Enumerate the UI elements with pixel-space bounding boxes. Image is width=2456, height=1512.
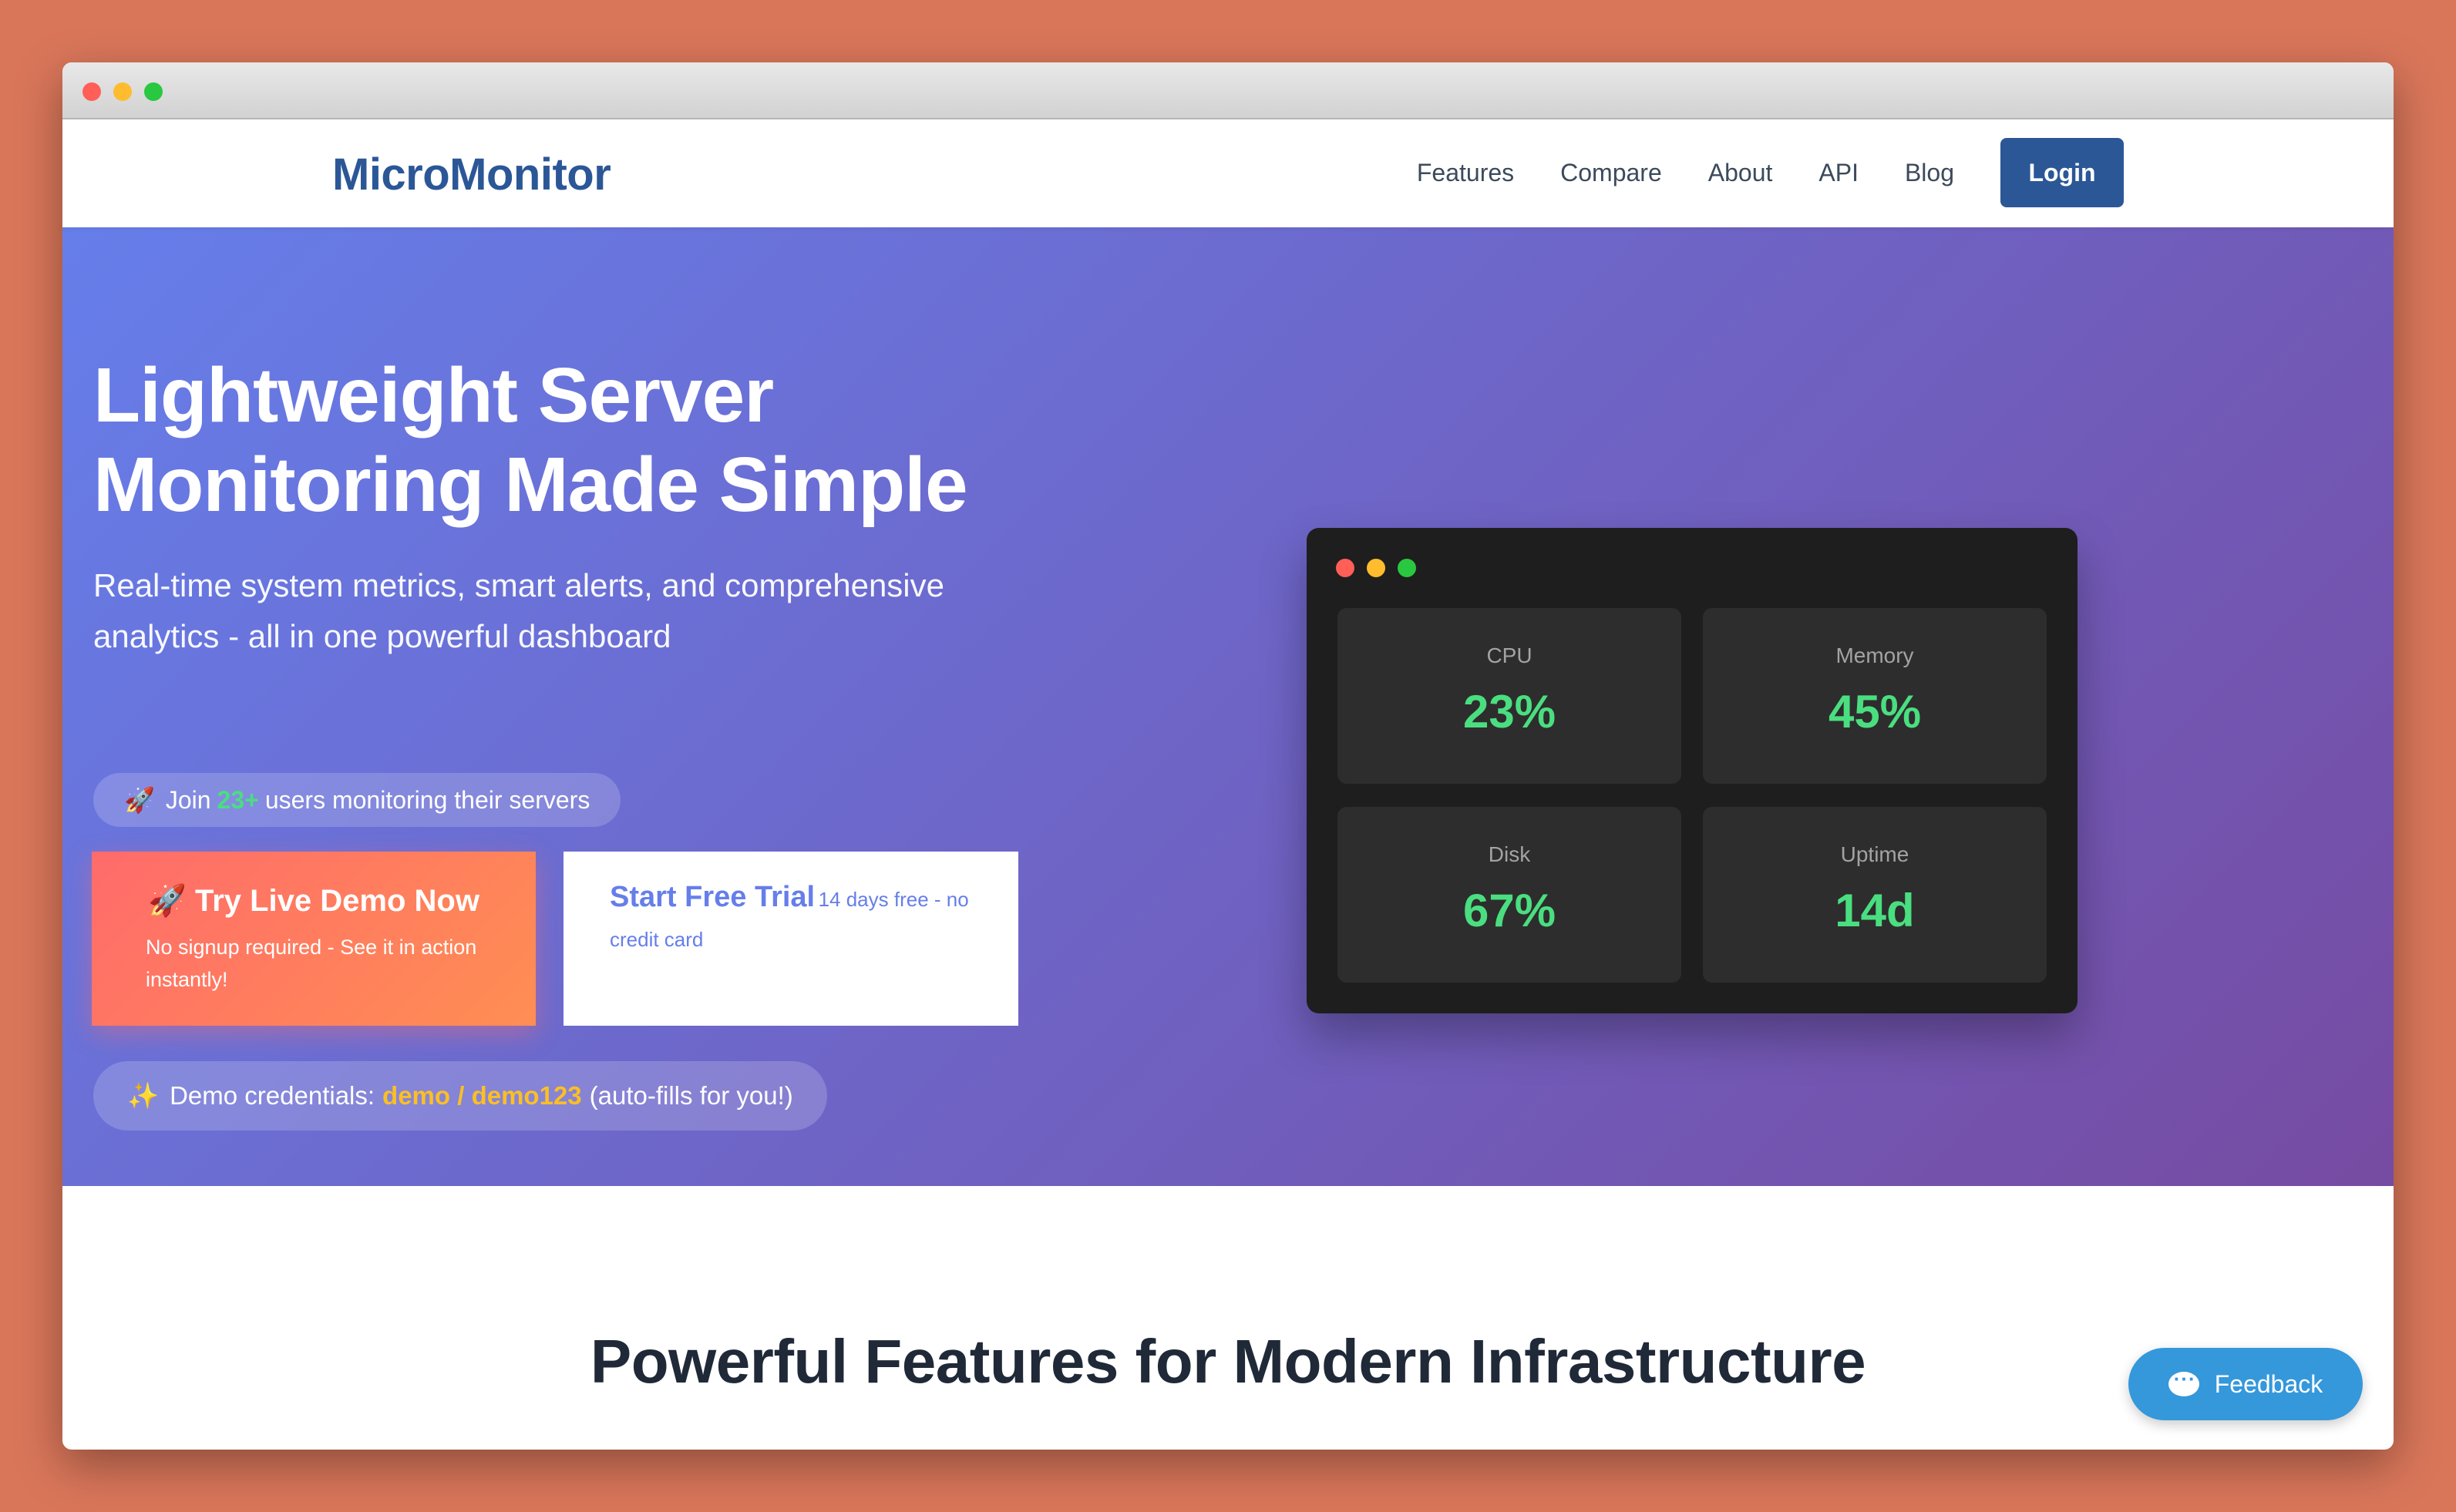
metric-value: 14d <box>1835 885 1915 936</box>
credentials-suffix: (auto-fills for you!) <box>589 1081 793 1110</box>
feedback-button[interactable]: Feedback <box>2128 1348 2363 1420</box>
try-live-demo-button[interactable]: 🚀 Try Live Demo Now No signup required -… <box>92 852 536 1026</box>
trial-button-title: Start Free Trial <box>610 881 816 913</box>
metric-card-uptime: Uptime 14d <box>1703 807 2047 983</box>
minimize-window-button[interactable] <box>113 82 132 101</box>
hero-title: Lightweight Server Monitoring Made Simpl… <box>93 351 1095 529</box>
nav-link-compare[interactable]: Compare <box>1560 159 1662 187</box>
hero-subtitle: Real-time system metrics, smart alerts, … <box>93 567 944 654</box>
demo-button-title: 🚀 Try Live Demo Now <box>146 882 482 919</box>
metric-card-cpu: CPU 23% <box>1337 608 1681 784</box>
nav-link-api[interactable]: API <box>1818 159 1859 187</box>
feedback-label: Feedback <box>2214 1369 2323 1398</box>
demo-button-subtitle: No signup required - See it in action in… <box>146 936 477 991</box>
metric-value: 67% <box>1462 885 1556 936</box>
login-button[interactable]: Login <box>2000 138 2124 207</box>
start-free-trial-button[interactable]: Start Free Trial 14 days free - no credi… <box>564 852 1018 1026</box>
demo-button-label: Try Live Demo Now <box>194 884 479 918</box>
credentials-prefix: Demo credentials: <box>170 1081 375 1110</box>
nav-link-blog[interactable]: Blog <box>1905 159 1954 187</box>
nav-link-about[interactable]: About <box>1708 159 1773 187</box>
metric-label: Memory <box>1835 643 1914 667</box>
nav-links: Features Compare About API Blog Login <box>1417 138 2124 207</box>
brand-logo[interactable]: MicroMonitor <box>332 149 611 200</box>
top-navbar: MicroMonitor Features Compare About API … <box>62 119 2394 227</box>
maximize-window-button[interactable] <box>144 82 163 101</box>
credentials-value: demo / demo123 <box>382 1081 582 1110</box>
join-suffix: users monitoring their servers <box>264 785 590 814</box>
metric-label: Disk <box>1488 842 1531 866</box>
metric-card-memory: Memory 45% <box>1703 608 2047 784</box>
hero-title-line1: Lightweight Server <box>93 352 774 438</box>
metric-label: CPU <box>1486 643 1532 667</box>
close-window-button[interactable] <box>82 82 101 101</box>
hero-title-line2: Monitoring Made Simple <box>93 442 968 528</box>
metric-card-disk: Disk 67% <box>1337 807 1681 983</box>
metric-value: 23% <box>1462 686 1556 738</box>
join-prefix: Join <box>165 785 211 814</box>
user-count: 23+ <box>217 785 259 814</box>
join-users-badge: 🚀 Join 23+ users monitoring their server… <box>93 773 621 827</box>
metric-value: 45% <box>1828 686 1922 738</box>
browser-window: MicroMonitor Features Compare About API … <box>62 62 2394 1450</box>
metric-label: Uptime <box>1840 842 1909 866</box>
features-heading: Powerful Features for Modern Infrastruct… <box>590 1327 1866 1396</box>
preview-green-dot <box>1398 559 1416 577</box>
preview-yellow-dot <box>1367 559 1385 577</box>
rocket-icon: 🚀 <box>124 786 155 814</box>
dashboard-preview: CPU 23% Memory 45% Disk 67% Uptime 14d <box>1307 528 2078 1013</box>
preview-red-dot <box>1336 559 1354 577</box>
sparkle-icon: ✨ <box>127 1080 160 1110</box>
hero-section: Lightweight Server Monitoring Made Simpl… <box>62 227 2394 1186</box>
chat-bubble-icon <box>2168 1367 2199 1396</box>
rocket-icon: 🚀 <box>148 884 187 918</box>
nav-link-features[interactable]: Features <box>1417 159 1514 187</box>
demo-credentials-badge: ✨ Demo credentials: demo / demo123 (auto… <box>93 1061 827 1131</box>
window-titlebar <box>62 62 2394 119</box>
